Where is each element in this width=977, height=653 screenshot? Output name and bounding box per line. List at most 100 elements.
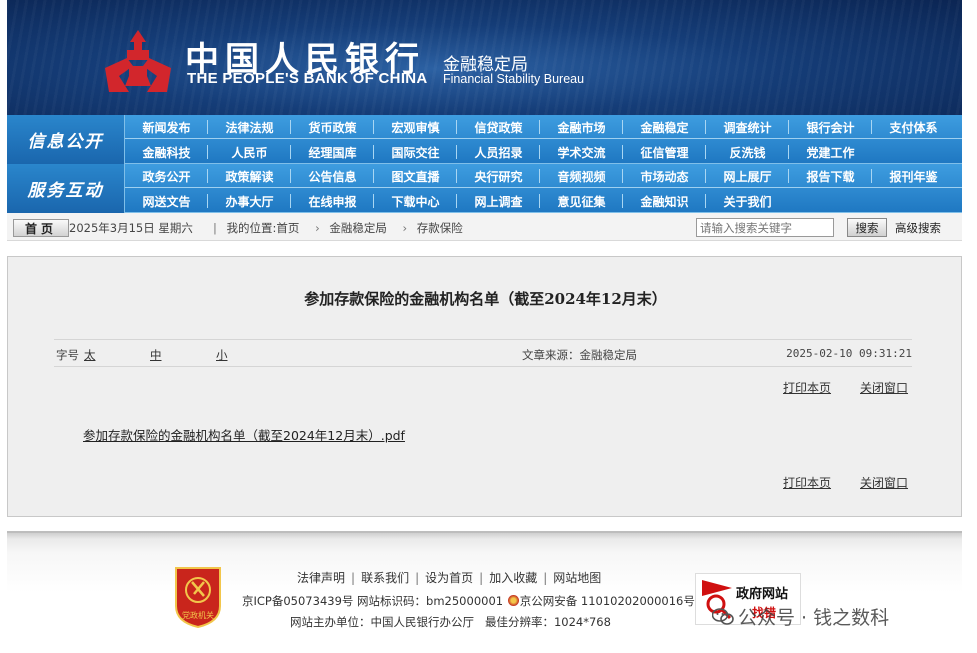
nav-item[interactable]: 音频视频 [540, 164, 623, 188]
nav-row: 政务公开 政策解读 公告信息 图文直播 央行研究 音频视频 市场动态 网上展厅 … [125, 164, 962, 188]
nav-item[interactable]: 政策解读 [208, 164, 291, 188]
nav-block-service: 服务互动 政务公开 政策解读 公告信息 图文直播 央行研究 音频视频 市场动态 … [7, 164, 962, 213]
footer-registration: 京ICP备05073439号 网站标识码：bm25000001 京公网安备 11… [242, 593, 695, 609]
font-size-medium[interactable]: 中 [150, 347, 162, 363]
footer-link-favorite[interactable]: 加入收藏 [489, 571, 537, 585]
attachment-link[interactable]: 参加存款保险的金融机构名单（截至2024年12月末）.pdf [83, 425, 405, 444]
nav-item[interactable]: 下载中心 [374, 189, 457, 213]
pboc-logo-icon[interactable] [99, 28, 177, 94]
nav-item[interactable]: 意见征集 [540, 189, 623, 213]
font-size-label: 字号 [56, 348, 79, 362]
nav-item[interactable]: 在线申报 [291, 189, 374, 213]
nav-block-info: 信息公开 新闻发布 法律法规 货币政策 宏观审慎 信贷政策 金融市场 金融稳定 … [7, 115, 962, 164]
nav-row: 网送文告 办事大厅 在线申报 下载中心 网上调查 意见征集 金融知识 关于我们 [125, 189, 962, 213]
nav-item[interactable]: 网送文告 [125, 189, 208, 213]
footer-links: 法律声明 | 联系我们 | 设为首页 | 加入收藏 | 网站地图 [297, 569, 601, 586]
article-timestamp: 2025-02-10 09:31:21 [786, 347, 912, 360]
site-banner: 中国人民银行 THE PEOPLE'S BANK OF CHINA 金融稳定局 … [7, 0, 962, 115]
breadcrumb-item[interactable]: 金融稳定局 [329, 221, 387, 235]
nav-item[interactable]: 调查统计 [706, 115, 789, 139]
gov-badge-title: 政府网站 [736, 587, 789, 602]
search-input[interactable] [696, 218, 834, 237]
nav-item[interactable]: 办事大厅 [208, 189, 291, 213]
close-window-link[interactable]: 关闭窗口 [860, 379, 908, 396]
article-panel: 参加存款保险的金融机构名单（截至2024年12月末） 字号 太 中 小 文章来源… [7, 256, 962, 517]
nav-item[interactable]: 人民币 [208, 140, 291, 164]
icp-number[interactable]: 京ICP备05073439号 [242, 594, 353, 608]
wechat-icon [712, 608, 734, 625]
sponsor-text: 网站主办单位：中国人民银行办公厅 [290, 615, 474, 629]
nav-block-title: 信息公开 [7, 115, 125, 164]
nav-item[interactable]: 学术交流 [540, 140, 623, 164]
divider: | [543, 571, 548, 585]
nav-item[interactable]: 金融知识 [623, 189, 706, 213]
watermark-text: 公众号 · 钱之数科 [738, 607, 890, 629]
nav-item[interactable]: 金融稳定 [623, 115, 706, 139]
footer-link-legal[interactable]: 法律声明 [297, 571, 345, 585]
nav-item[interactable]: 金融市场 [540, 115, 623, 139]
nav-item[interactable]: 经理国库 [291, 140, 374, 164]
divider: | [479, 571, 484, 585]
breadcrumb: | 我的位置:首页 › 金融稳定局 › 存款保险 [207, 220, 469, 236]
footer-link-homepage[interactable]: 设为首页 [425, 571, 473, 585]
nav-item[interactable]: 支付体系 [872, 115, 955, 139]
breadcrumb-home[interactable]: 我的位置:首页 [227, 221, 300, 235]
resolution-text: 最佳分辨率：1024*768 [484, 615, 611, 629]
article-source: 文章来源：金融稳定局 [522, 348, 637, 362]
nav-item[interactable]: 网上调查 [457, 189, 540, 213]
nav-item[interactable]: 关于我们 [706, 189, 789, 213]
divider: | [213, 221, 217, 235]
bureau-name-en: Financial Stability Bureau [443, 72, 585, 86]
nav-item[interactable]: 法律法规 [208, 115, 291, 139]
nav-block-title: 服务互动 [7, 164, 125, 213]
close-window-link[interactable]: 关闭窗口 [860, 474, 908, 491]
divider: | [351, 571, 356, 585]
article-meta: 字号 太 中 小 文章来源：金融稳定局 2025-02-10 09:31:21 [54, 339, 912, 367]
police-record[interactable]: 京公网安备 11010202000016号 [520, 594, 695, 608]
home-button[interactable]: 首页 [13, 219, 69, 237]
nav-item[interactable]: 政务公开 [125, 164, 208, 188]
font-size-large[interactable]: 太 [84, 347, 96, 363]
nav-item[interactable]: 报刊年鉴 [872, 164, 955, 188]
nav-item[interactable]: 网上展厅 [706, 164, 789, 188]
nav-row: 金融科技 人民币 经理国库 国际交往 人员招录 学术交流 征信管理 反洗钱 党建… [125, 140, 962, 164]
nav-item[interactable]: 市场动态 [623, 164, 706, 188]
nav-item[interactable]: 公告信息 [291, 164, 374, 188]
nav-item[interactable]: 图文直播 [374, 164, 457, 188]
site-id: 网站标识码：bm25000001 [357, 594, 504, 608]
chevron-right-icon: › [402, 221, 408, 235]
nav-item[interactable]: 信贷政策 [457, 115, 540, 139]
chevron-right-icon: › [315, 221, 320, 235]
footer-link-sitemap[interactable]: 网站地图 [553, 571, 601, 585]
divider: | [415, 571, 420, 585]
main-nav: 信息公开 新闻发布 法律法规 货币政策 宏观审慎 信贷政策 金融市场 金融稳定 … [7, 115, 962, 213]
print-page-link[interactable]: 打印本页 [783, 474, 831, 491]
bank-name-en: THE PEOPLE'S BANK OF CHINA [187, 70, 428, 87]
nav-item[interactable]: 人员招录 [457, 140, 540, 164]
footer-sponsor: 网站主办单位：中国人民银行办公厅 最佳分辨率：1024*768 [290, 614, 611, 630]
nav-item[interactable]: 银行会计 [789, 115, 872, 139]
print-page-link[interactable]: 打印本页 [783, 379, 831, 396]
search-button[interactable]: 搜索 [847, 218, 887, 237]
font-size-small[interactable]: 小 [216, 347, 228, 363]
footer-link-contact[interactable]: 联系我们 [361, 571, 409, 585]
site-footer: 党政机关 法律声明 | 联系我们 | 设为首页 | 加入收藏 | 网站地图 京ICP备05073… [7, 531, 962, 653]
current-date: 2025年3月15日 星期六 [69, 221, 193, 235]
breadcrumb-item[interactable]: 存款保险 [417, 221, 463, 235]
nav-item[interactable]: 报告下载 [789, 164, 872, 188]
nav-item[interactable]: 金融科技 [125, 140, 208, 164]
info-bar: 首页 2025年3月15日 星期六 | 我的位置:首页 › 金融稳定局 › 存款… [7, 213, 962, 241]
advanced-search-link[interactable]: 高级搜索 [895, 220, 941, 236]
nav-item[interactable]: 宏观审慎 [374, 115, 457, 139]
nav-item[interactable]: 新闻发布 [125, 115, 208, 139]
article-title: 参加存款保险的金融机构名单（截至2024年12月末） [304, 290, 667, 308]
party-gov-emblem-icon[interactable]: 党政机关 [172, 566, 224, 628]
nav-item[interactable]: 货币政策 [291, 115, 374, 139]
police-badge-icon [507, 595, 519, 606]
nav-item[interactable]: 央行研究 [457, 164, 540, 188]
nav-item[interactable]: 国际交往 [374, 140, 457, 164]
nav-item[interactable]: 征信管理 [623, 140, 706, 164]
nav-item[interactable]: 党建工作 [789, 140, 872, 164]
nav-item[interactable]: 反洗钱 [706, 140, 789, 164]
emblem-text: 党政机关 [182, 610, 214, 620]
